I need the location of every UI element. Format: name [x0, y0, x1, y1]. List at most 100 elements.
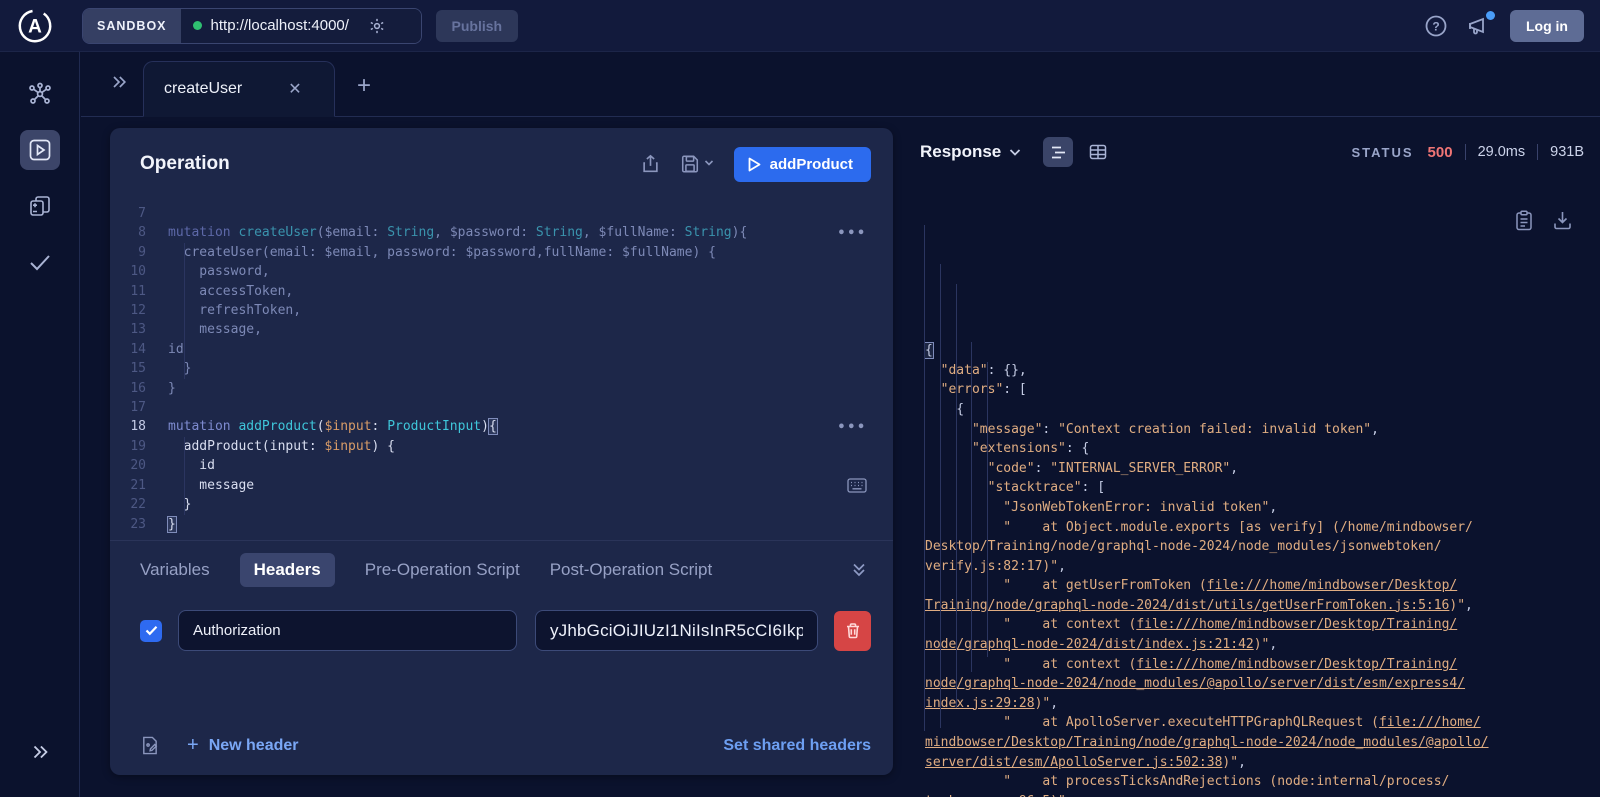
- help-icon[interactable]: ?: [1424, 14, 1448, 38]
- endpoint-url[interactable]: http://localhost:4000/: [211, 17, 349, 34]
- code-text: }: [168, 497, 192, 513]
- code-line[interactable]: 9 createUser(email: $email, password: $p…: [110, 243, 893, 262]
- operation-subtabs: Variables Headers Pre-Operation Script Post…: [110, 540, 893, 598]
- login-button[interactable]: Log in: [1510, 9, 1584, 42]
- collapse-panel-icon[interactable]: [851, 562, 867, 578]
- code-line[interactable]: 22 }: [110, 495, 893, 514]
- stacktrace-file-link[interactable]: Training/node/graphql-node-2024/dist/uti…: [925, 598, 1449, 613]
- response-line: " at context (file:///home/mindbowser/De…: [925, 656, 1458, 672]
- endpoint-url-box[interactable]: http://localhost:4000/: [180, 8, 421, 43]
- new-header-button[interactable]: + New header: [187, 734, 299, 757]
- header-key-input[interactable]: [178, 610, 517, 651]
- response-size: 931B: [1550, 144, 1584, 160]
- announcements-icon[interactable]: [1466, 10, 1495, 38]
- stacktrace-file-link[interactable]: mindbowser/Desktop/Training/node/graphql…: [925, 735, 1489, 750]
- save-dropdown-chevron-icon[interactable]: [704, 158, 714, 170]
- indent-guide: [184, 243, 185, 379]
- divider: [1464, 144, 1466, 160]
- stacktrace-file-link[interactable]: node/graphql-node-2024/node_modules/@apo…: [925, 676, 1465, 691]
- headers-footer: + New header Set shared headers: [140, 734, 871, 757]
- header-value-input[interactable]: [534, 610, 819, 651]
- stacktrace-file-link[interactable]: file:///home/mindbowser/Desktop/: [1207, 578, 1457, 593]
- header-enabled-checkbox[interactable]: [140, 619, 162, 642]
- keyboard-shortcuts-icon[interactable]: [847, 478, 867, 493]
- apollo-logo: A: [18, 9, 52, 42]
- save-control[interactable]: [680, 154, 714, 174]
- raw-view-icon[interactable]: [1043, 137, 1074, 167]
- subtab-headers[interactable]: Headers: [239, 552, 335, 587]
- stacktrace-file-link[interactable]: file:///home/: [1379, 715, 1481, 730]
- line-number: 14: [130, 341, 146, 357]
- response-tools: [1515, 210, 1572, 236]
- subtab-pre-operation-script[interactable]: Pre-Operation Script: [365, 560, 520, 580]
- code-text: createUser(email: $email, password: $pas…: [168, 244, 716, 260]
- stacktrace-file-link[interactable]: server/dist/esm/ApolloServer.js:502:38: [925, 755, 1222, 770]
- code-line[interactable]: 17: [110, 398, 893, 417]
- operation-panel: Operation addProduct 7 8 mutation create…: [110, 128, 893, 775]
- response-title-dropdown[interactable]: Response: [920, 142, 1021, 162]
- code-line[interactable]: 8 mutation createUser($email: String, $pa…: [110, 223, 893, 242]
- copy-response-icon[interactable]: [1515, 210, 1533, 236]
- publish-button[interactable]: Publish: [435, 9, 519, 42]
- sidebar-item-schema[interactable]: [20, 74, 60, 114]
- set-shared-headers-button[interactable]: Set shared headers: [723, 737, 871, 755]
- code-line[interactable]: 16}: [110, 379, 893, 398]
- code-line[interactable]: 23}: [110, 515, 893, 534]
- new-tab-button[interactable]: +: [357, 72, 371, 100]
- download-response-icon[interactable]: [1553, 210, 1572, 236]
- divider: [1537, 144, 1539, 160]
- response-meta: STATUS 500 29.0ms 931B: [1351, 144, 1584, 161]
- graphql-editor[interactable]: 7 8 mutation createUser($email: String, $p…: [110, 200, 893, 540]
- code-line[interactable]: 19 addProduct(input: $input) {: [110, 437, 893, 456]
- code-line[interactable]: 18 mutation addProduct($input: ProductInp…: [110, 417, 893, 436]
- delete-header-button[interactable]: [834, 610, 871, 651]
- sidebar-item-checks[interactable]: [20, 242, 60, 282]
- sidebar-item-explorer[interactable]: [19, 130, 60, 170]
- connection-status-dot: [192, 21, 202, 30]
- subtab-post-operation-script[interactable]: Post-Operation Script: [550, 560, 713, 580]
- save-icon[interactable]: [680, 154, 700, 174]
- play-icon: [748, 157, 761, 171]
- code-line[interactable]: 11 accessToken,: [110, 282, 893, 301]
- response-line: Training/node/graphql-node-2024/dist/uti…: [925, 597, 1473, 613]
- code-line[interactable]: 12 refreshToken,: [110, 301, 893, 320]
- code-line[interactable]: 10 password,: [110, 262, 893, 281]
- response-line: "stacktrace": [: [925, 480, 1106, 496]
- tab-createuser[interactable]: createUser ✕: [143, 61, 335, 117]
- response-title: Response: [920, 142, 1002, 161]
- stacktrace-file-link[interactable]: node/graphql-node-2024/dist/index.js:21:…: [925, 637, 1254, 652]
- code-line[interactable]: 7: [110, 204, 893, 223]
- operation-menu-icon[interactable]: •••: [838, 418, 867, 437]
- code-line[interactable]: 15 }: [110, 359, 893, 378]
- share-icon[interactable]: [641, 154, 660, 174]
- document-tabstrip: createUser ✕ +: [81, 52, 1600, 117]
- line-number: 13: [130, 322, 146, 338]
- code-line[interactable]: 21 message: [110, 476, 893, 495]
- code-text: }: [168, 361, 192, 377]
- code-line[interactable]: 20 id: [110, 456, 893, 475]
- code-text: message: [168, 477, 255, 493]
- tab-close-icon[interactable]: ✕: [288, 79, 301, 99]
- subtab-variables[interactable]: Variables: [140, 560, 210, 580]
- stacktrace-file-link[interactable]: file:///home/mindbowser/Desktop/Training…: [1136, 617, 1457, 632]
- run-operation-button[interactable]: addProduct: [733, 146, 871, 182]
- tabs-expand-icon[interactable]: [109, 72, 129, 98]
- headers-editor: + New header Set shared headers: [110, 598, 893, 775]
- stacktrace-file-link[interactable]: index.js:29:28: [925, 696, 1035, 711]
- svg-text:?: ?: [1432, 19, 1439, 33]
- sidebar-item-changelog[interactable]: [20, 186, 60, 226]
- stacktrace-file-link[interactable]: file:///home/mindbowser/Desktop/Training…: [1136, 657, 1457, 672]
- response-line: {: [925, 401, 965, 417]
- code-text: refreshToken,: [168, 303, 302, 319]
- response-line: "extensions": {: [925, 441, 1090, 457]
- response-panel: Response STATUS 500 29.0ms 931B {"data"…: [920, 128, 1584, 797]
- code-line[interactable]: 13 message,: [110, 320, 893, 339]
- response-json: { "data": {}, "errors": [ { "message": "…: [920, 204, 1584, 797]
- code-line[interactable]: 14 id: [110, 340, 893, 359]
- operation-menu-icon[interactable]: •••: [838, 224, 867, 243]
- sidebar-expand-icon[interactable]: [29, 741, 51, 769]
- gear-icon[interactable]: [368, 17, 386, 35]
- table-view-icon[interactable]: [1083, 137, 1113, 167]
- response-header: Response STATUS 500 29.0ms 931B: [920, 128, 1584, 176]
- environment-variables-icon[interactable]: [140, 735, 159, 756]
